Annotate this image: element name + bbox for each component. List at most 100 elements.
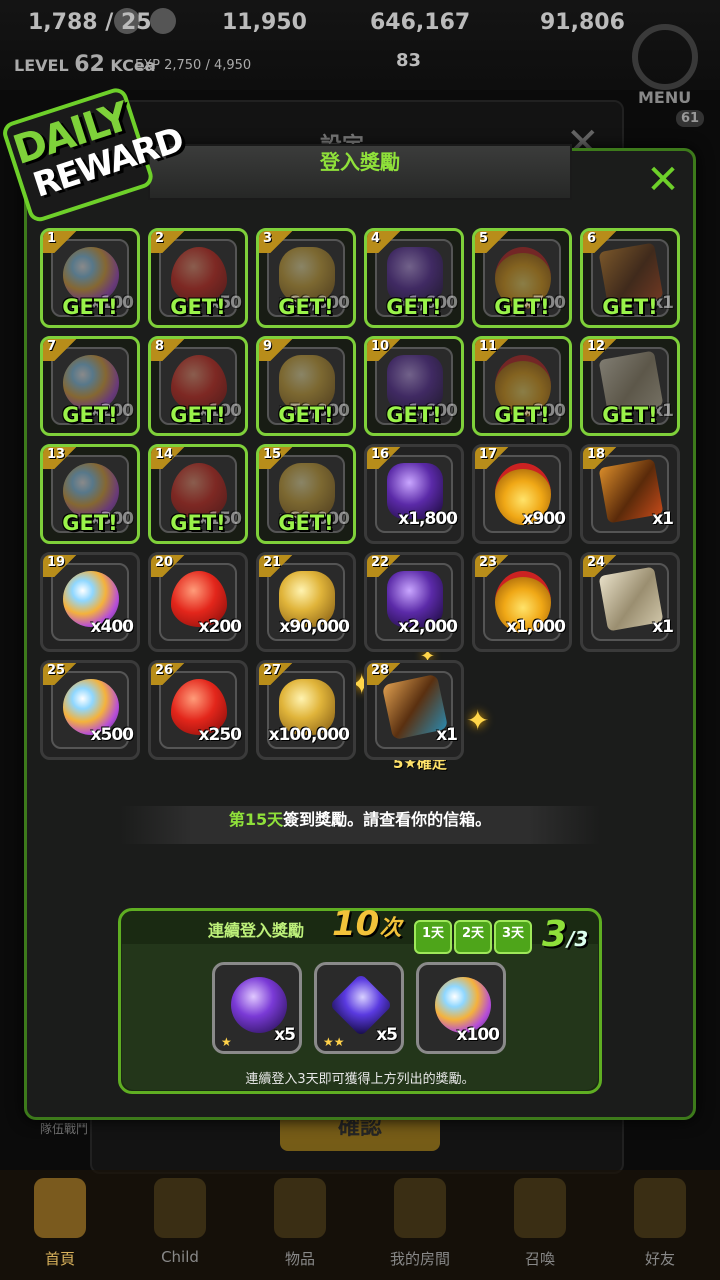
reward-day-number: 19 (43, 555, 81, 577)
sparkle-icon: ✦ (466, 704, 490, 737)
get-stamp: GET! (494, 403, 550, 427)
reward-day-20[interactable]: 20 x200 (148, 552, 248, 652)
nav-item-4[interactable]: 我的房間 (370, 1178, 470, 1269)
reward-day-number: 20 (151, 555, 189, 577)
get-stamp: GET! (278, 295, 334, 319)
reward-day-2[interactable]: 2 x50 GET! (148, 228, 248, 328)
nav-item-5[interactable]: 召喚 (490, 1178, 590, 1269)
reward-day-number: 21 (259, 555, 297, 577)
reward-day-8[interactable]: 8 x100 GET! (148, 336, 248, 436)
nav-icon (274, 1178, 326, 1238)
close-icon[interactable]: ✕ (640, 158, 686, 204)
streak-reward-3[interactable]: x100 (416, 962, 506, 1054)
menu-gear-icon[interactable] (632, 24, 698, 90)
reward-day-17[interactable]: 17 x900 (472, 444, 572, 544)
reward-day-5[interactable]: 5 x700 GET! (472, 228, 572, 328)
reward-day-3[interactable]: 3 x80,000 GET! (256, 228, 356, 328)
reward-day-25[interactable]: 25 x500 (40, 660, 140, 760)
reward-day-14[interactable]: 14 x150 GET! (148, 444, 248, 544)
reward-day-11[interactable]: 11 x800 GET! (472, 336, 572, 436)
reward-day-13[interactable]: 13 x300 GET! (40, 444, 140, 544)
reward-day-7[interactable]: 7 x200 GET! (40, 336, 140, 436)
nav-item-6[interactable]: 好友 (610, 1178, 710, 1269)
reward-day-15[interactable]: 15 x80,000 GET! (256, 444, 356, 544)
get-stamp: GET! (278, 511, 334, 535)
streak-reward-quantity: x5 (376, 1025, 398, 1045)
streak-progress-total: /3 (567, 927, 589, 951)
consecutive-count-value: 10 (332, 904, 380, 944)
get-stamp: GET! (62, 511, 118, 535)
dialog-title: 登入獎勵 (148, 144, 572, 200)
stamina-value: 1,788 / 258 (28, 10, 167, 35)
menu-label: MENU (638, 88, 692, 107)
reward-day-number: 1 (43, 231, 81, 253)
reward-day-24[interactable]: 24 x1 (580, 552, 680, 652)
reward-day-number: 18 (583, 447, 621, 469)
reward-day-number: 24 (583, 555, 621, 577)
reward-day-16[interactable]: 16 x1,800 (364, 444, 464, 544)
reward-quantity: x1 (652, 509, 674, 529)
reward-day-4[interactable]: 4 x1,600 GET! (364, 228, 464, 328)
streak-reward-1[interactable]: ★ x5 (212, 962, 302, 1054)
claim-message-text: 簽到獎勵。請查看你的信箱。 (283, 810, 492, 829)
reward-day-number: 26 (151, 663, 189, 685)
reward-day-number: 22 (367, 555, 405, 577)
streak-progress-value: 3 (542, 914, 568, 955)
nav-label: 我的房間 (389, 1250, 450, 1268)
reward-day-19[interactable]: 19 x400 (40, 552, 140, 652)
consecutive-login-title: 連續登入獎勵 (208, 921, 305, 940)
reward-day-12[interactable]: 12 x1 GET! (580, 336, 680, 436)
reward-day-number: 9 (259, 339, 297, 361)
nav-icon (154, 1178, 206, 1238)
gems-value: 91,806 (540, 10, 625, 35)
get-stamp: GET! (386, 403, 442, 427)
streak-reward-quantity: x5 (274, 1025, 296, 1045)
reward-day-23[interactable]: 23 x1,000 (472, 552, 572, 652)
reward-quantity: x200 (198, 617, 242, 637)
day-tab-1[interactable]: 1天 (414, 920, 452, 954)
reward-day-10[interactable]: 10 x1,600 GET! (364, 336, 464, 436)
reward-day-number: 3 (259, 231, 297, 253)
nav-item-3[interactable]: 物品 (250, 1178, 350, 1269)
reward-day-1[interactable]: 1 x100 GET! (40, 228, 140, 328)
reward-quantity: x1 (652, 617, 674, 637)
reward-day-28[interactable]: 28 x1 (364, 660, 464, 760)
day-tab-2[interactable]: 2天 (454, 920, 492, 954)
reward-quantity: x900 (522, 509, 566, 529)
reward-day-number: 4 (367, 231, 405, 253)
nav-item-1[interactable]: 首頁 (10, 1178, 110, 1269)
reward-quantity: x2,000 (398, 617, 458, 637)
reward-quantity: x1 (436, 725, 458, 745)
level-value: 62 (74, 52, 105, 77)
reward-day-number: 16 (367, 447, 405, 469)
reward-day-22[interactable]: 22 x2,000 (364, 552, 464, 652)
nav-label: 物品 (284, 1250, 315, 1268)
reward-day-21[interactable]: 21 x90,000 (256, 552, 356, 652)
nav-label: Child (161, 1248, 199, 1266)
consecutive-count: 10次 (332, 904, 401, 944)
reward-day-number: 25 (43, 663, 81, 685)
nav-icon (394, 1178, 446, 1238)
reward-quantity: x500 (90, 725, 134, 745)
reward-day-26[interactable]: 26 x250 (148, 660, 248, 760)
reward-quantity: x400 (90, 617, 134, 637)
consecutive-login-note: 連續登入3天即可獲得上方列出的獎勵。 (245, 1072, 475, 1087)
reward-day-27[interactable]: 27 x100,000 (256, 660, 356, 760)
reward-day-6[interactable]: 6 x1 GET! (580, 228, 680, 328)
nav-label: 首頁 (44, 1250, 75, 1268)
reward-day-18[interactable]: 18 x1 (580, 444, 680, 544)
reward-day-number: 15 (259, 447, 297, 469)
reward-day-number: 6 (583, 231, 621, 253)
menu-count-badge: 61 (676, 110, 705, 127)
streak-reward-2[interactable]: ★★ x5 (314, 962, 404, 1054)
reward-day-9[interactable]: 9 x70,000 GET! (256, 336, 356, 436)
get-stamp: GET! (170, 295, 226, 319)
consecutive-count-unit: 次 (379, 916, 402, 941)
nav-item-2[interactable]: Child (130, 1178, 230, 1266)
reward-day-number: 12 (583, 339, 621, 361)
reward-quantity: x90,000 (279, 617, 350, 637)
reward-quantity: x250 (198, 725, 242, 745)
reward-day-number: 7 (43, 339, 81, 361)
day-tab-3[interactable]: 3天 (494, 920, 532, 954)
get-stamp: GET! (62, 403, 118, 427)
